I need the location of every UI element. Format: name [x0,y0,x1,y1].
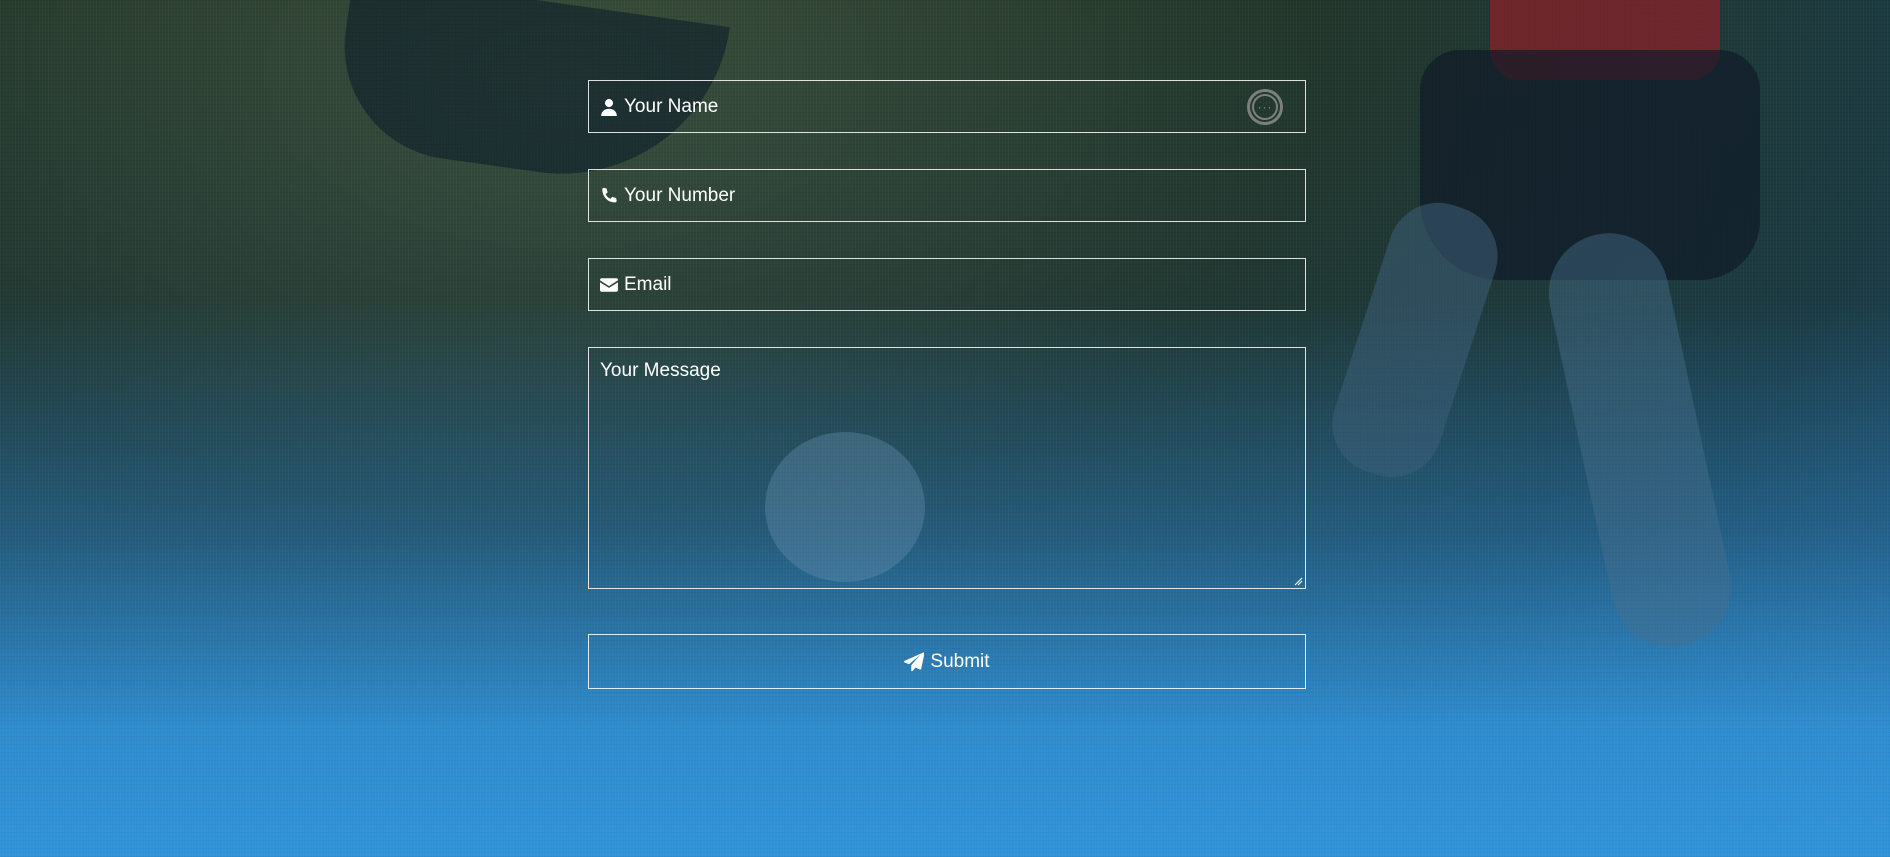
player-shirt [1490,0,1720,80]
name-placeholder: Your Name [624,95,719,117]
submit-label: Submit [930,650,990,672]
number-field[interactable]: Your Number [588,169,1306,222]
paper-plane-icon [904,651,925,671]
email-placeholder: Email [624,273,672,295]
user-icon [600,98,618,116]
resize-handle-icon[interactable] [1293,576,1303,586]
player-leg-right-1 [1319,189,1511,491]
message-textarea[interactable]: Your Message [588,347,1306,589]
player-leg-right-2 [1537,222,1743,658]
name-field[interactable]: Your Name ··· [588,80,1306,133]
submit-button[interactable]: Submit [588,634,1306,689]
more-options-icon[interactable]: ··· [1247,89,1283,125]
envelope-icon [600,276,618,294]
phone-icon [600,187,618,205]
message-placeholder: Your Message [600,360,721,381]
more-options-glyph: ··· [1252,94,1278,120]
player-shorts [1420,50,1760,280]
email-field[interactable]: Email [588,258,1306,311]
number-placeholder: Your Number [624,184,736,206]
